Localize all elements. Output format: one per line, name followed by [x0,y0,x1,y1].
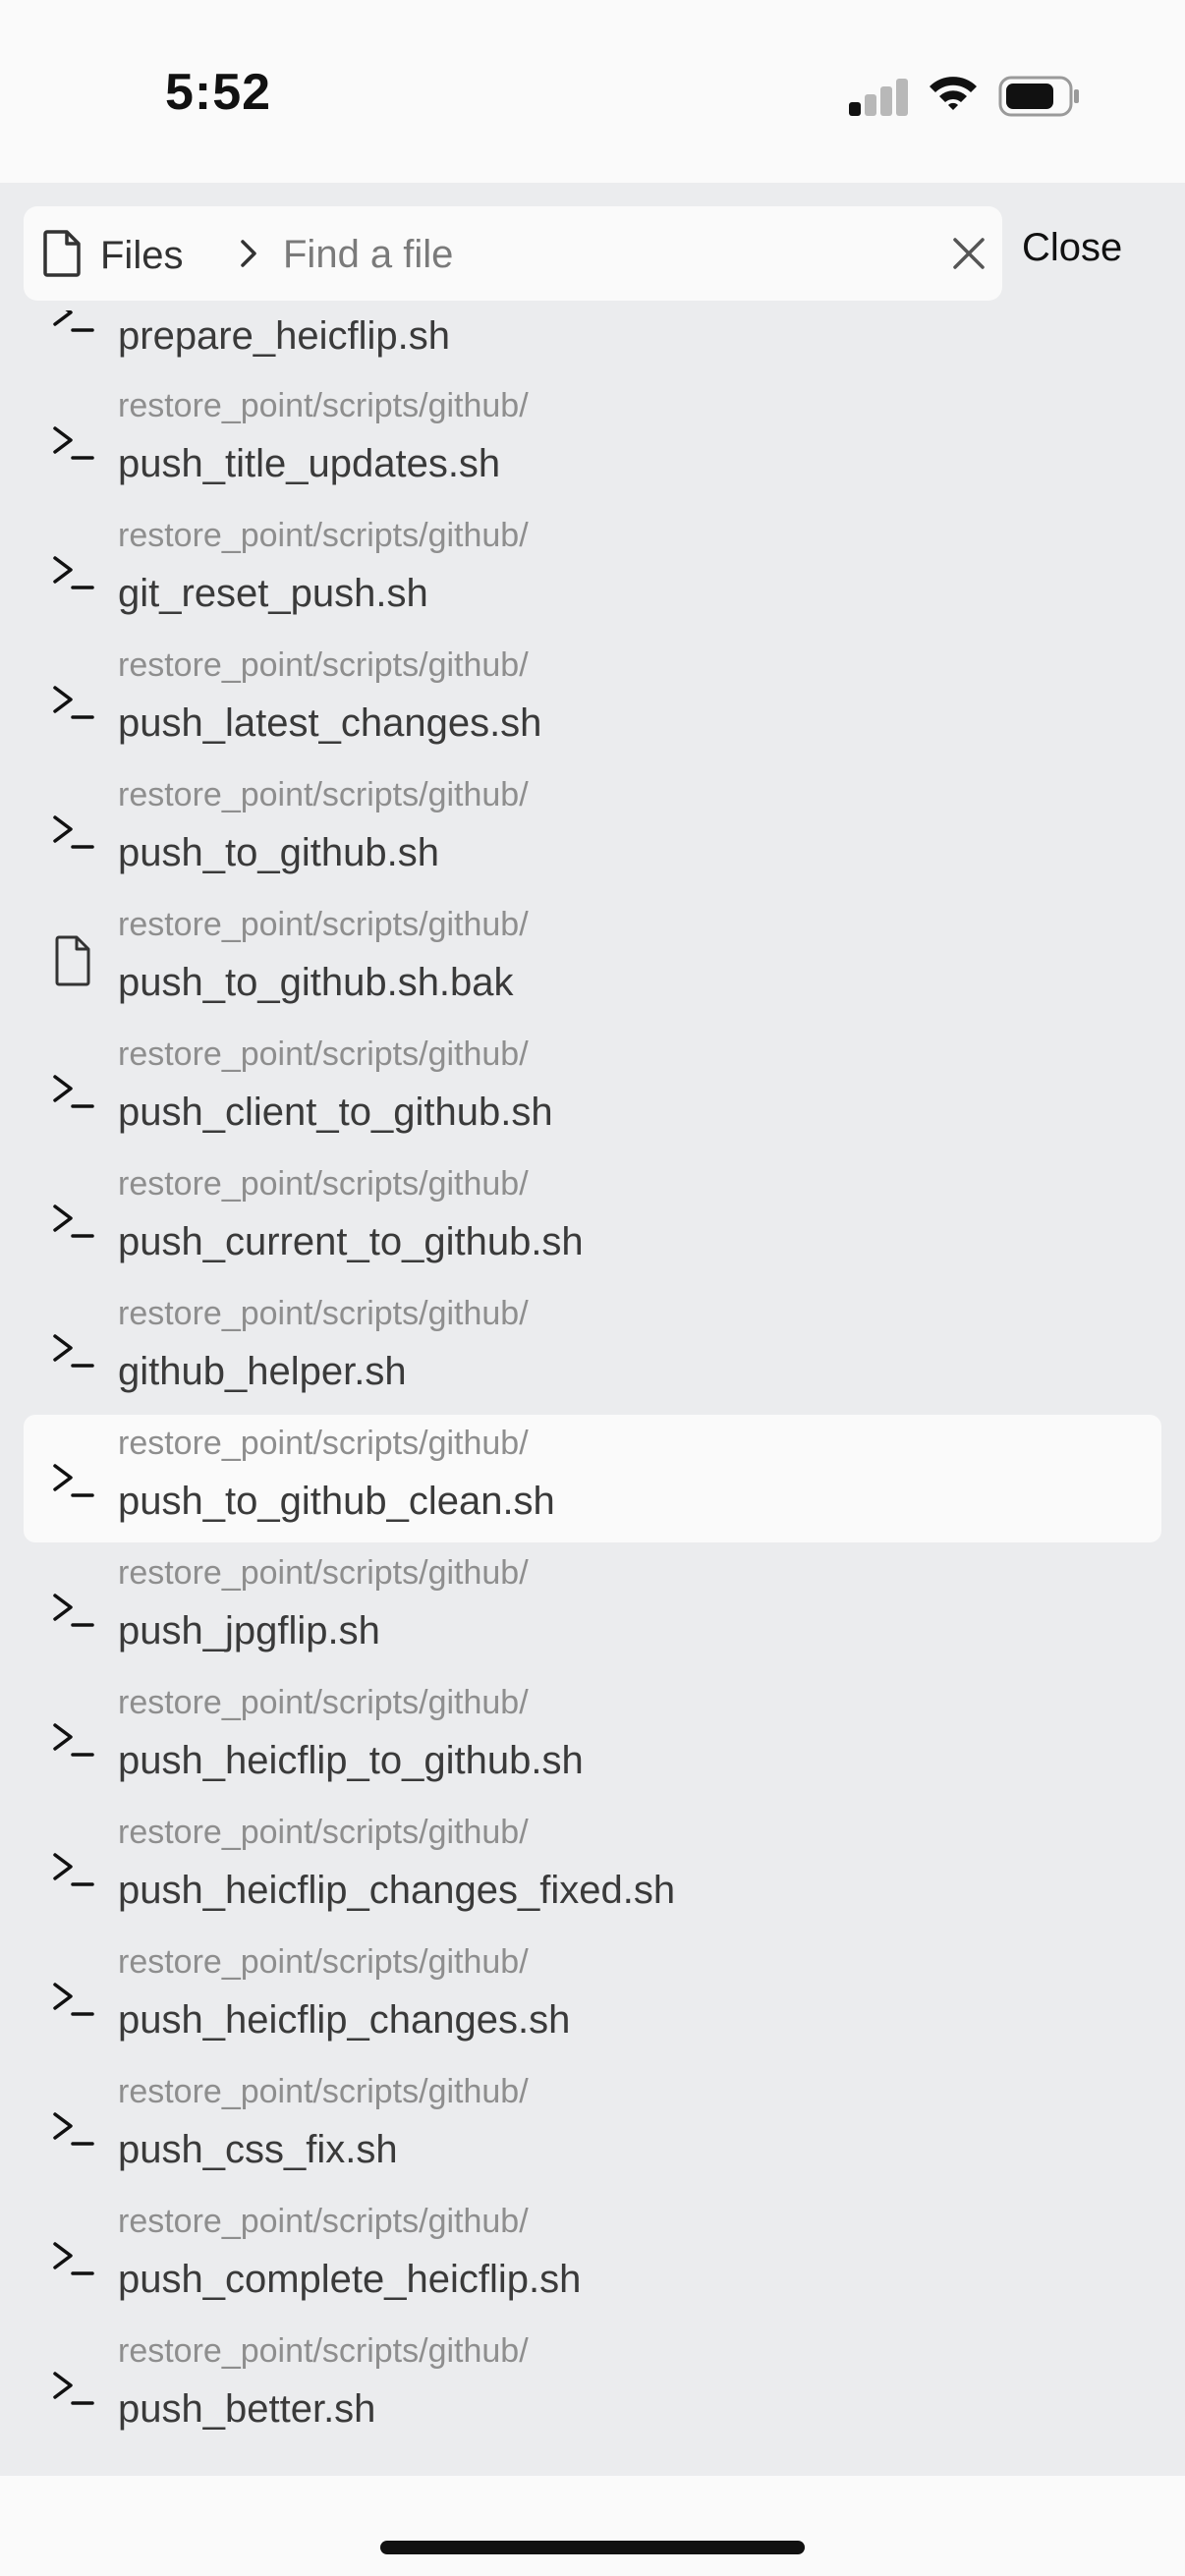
file-path: restore_point/scripts/github/ [118,517,529,554]
file-path: restore_point/scripts/github/ [118,1295,529,1332]
file-icon [43,230,81,277]
file-name: push_to_github.sh.bak [118,961,514,1004]
terminal-icon [53,1594,94,1627]
file-name: push_heicflip_to_github.sh [118,1739,584,1782]
file-path: restore_point/scripts/github/ [118,1165,529,1203]
file-name: push_better.sh [118,2387,376,2431]
list-item[interactable]: restore_point/scripts/github/git_reset_p… [24,507,1161,635]
list-item[interactable]: restore_point/scripts/github/push_to_git… [24,1415,1161,1542]
list-item[interactable]: restore_point/scripts/github/push_client… [24,1026,1161,1153]
file-path: restore_point/scripts/github/ [118,1554,529,1592]
file-name: push_jpgflip.sh [118,1609,380,1652]
terminal-icon [53,426,94,460]
terminal-icon [53,1464,94,1497]
search-bar-row: Files Close [0,183,1185,310]
list-item[interactable]: prepare_heicflip.sh [24,310,1161,377]
file-path: restore_point/scripts/github/ [118,387,529,424]
list-item[interactable]: restore_point/scripts/github/push_title_… [24,377,1161,505]
terminal-icon [53,1983,94,2016]
file-name: push_heicflip_changes_fixed.sh [118,1869,676,1912]
file-path: restore_point/scripts/github/ [118,2203,529,2240]
file-name: push_client_to_github.sh [118,1091,553,1134]
file-path: restore_point/scripts/github/ [118,2073,529,2110]
file-name: prepare_heicflip.sh [118,314,450,358]
file-path: restore_point/scripts/github/ [118,646,529,684]
home-indicator-area [0,2476,1185,2576]
file-name: push_title_updates.sh [118,442,501,485]
list-item[interactable]: restore_point/scripts/github/push_to_git… [24,766,1161,894]
file-name: push_to_github.sh [118,831,439,874]
file-name: push_complete_heicflip.sh [118,2258,582,2301]
terminal-icon [53,1334,94,1368]
list-item[interactable]: restore_point/scripts/github/push_curren… [24,1155,1161,1283]
terminal-icon [53,1075,94,1108]
terminal-icon [53,1204,94,1238]
home-indicator[interactable] [380,2541,805,2554]
close-button[interactable]: Close [1022,226,1122,270]
file-icon [55,935,90,986]
terminal-icon [53,686,94,719]
terminal-icon [53,815,94,849]
file-path: restore_point/scripts/github/ [118,776,529,813]
list-item[interactable]: restore_point/scripts/github/push_heicfl… [24,1933,1161,2061]
terminal-icon [53,1853,94,1886]
file-name: push_css_fix.sh [118,2128,398,2171]
wifi-icon [930,77,977,110]
status-bar: 5:52 [0,0,1185,183]
cellular-signal-icon [849,77,908,116]
battery-icon [998,76,1079,117]
list-item[interactable]: restore_point/scripts/github/push_to_git… [24,896,1161,1024]
file-name: github_helper.sh [118,1350,407,1393]
file-name: push_heicflip_changes.sh [118,1998,571,2042]
list-item[interactable]: restore_point/scripts/github/push_css_fi… [24,2063,1161,2191]
file-path: restore_point/scripts/github/ [118,1425,529,1462]
list-item[interactable]: restore_point/scripts/github/push_jpgfli… [24,1544,1161,1672]
file-path: restore_point/scripts/github/ [118,1943,529,1981]
file-name: git_reset_push.sh [118,572,428,615]
terminal-icon [53,1723,94,1757]
terminal-icon [53,2242,94,2275]
file-path: restore_point/scripts/github/ [118,2332,529,2370]
file-name: push_latest_changes.sh [118,701,542,745]
list-item[interactable]: restore_point/scripts/github/push_better… [24,2323,1161,2450]
file-name: push_to_github_clean.sh [118,1480,555,1523]
file-results-list[interactable]: prepare_heicflip.sh restore_point/script… [0,310,1185,2476]
list-item[interactable]: restore_point/scripts/github/push_heicfl… [24,1674,1161,1802]
search-input[interactable] [281,226,933,283]
file-path: restore_point/scripts/github/ [118,1684,529,1721]
terminal-icon [53,2112,94,2146]
chevron-right-icon [241,240,256,267]
list-item[interactable]: restore_point/scripts/github/github_help… [24,1285,1161,1413]
list-item[interactable]: restore_point/scripts/github/push_heicfl… [24,1804,1161,1932]
file-name: push_current_to_github.sh [118,1220,584,1263]
list-item[interactable]: restore_point/scripts/github/push_latest… [24,637,1161,764]
terminal-icon [53,310,94,332]
file-path: restore_point/scripts/github/ [118,906,529,943]
clear-search-icon[interactable] [945,230,992,277]
files-breadcrumb[interactable]: Files [100,234,183,278]
terminal-icon [53,556,94,589]
terminal-icon [53,2372,94,2405]
list-item[interactable]: restore_point/scripts/github/push_comple… [24,2193,1161,2321]
file-path: restore_point/scripts/github/ [118,1814,529,1851]
search-box[interactable]: Files [24,206,1002,301]
status-time: 5:52 [165,64,272,121]
file-path: restore_point/scripts/github/ [118,1036,529,1073]
